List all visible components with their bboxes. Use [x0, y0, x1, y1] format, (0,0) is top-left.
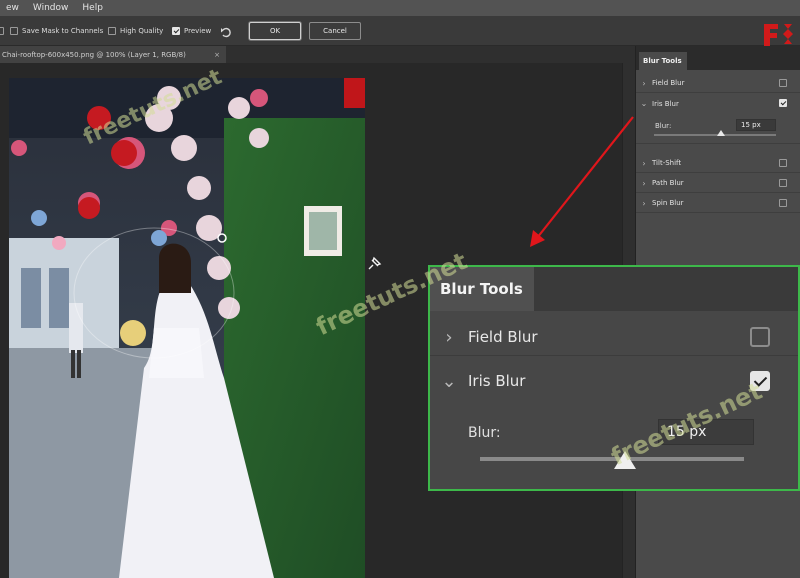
menu-bar: ew Window Help: [0, 0, 800, 16]
high-quality-label: High Quality: [120, 27, 164, 35]
menu-window[interactable]: Window: [33, 3, 69, 13]
preview-option[interactable]: Preview: [172, 27, 211, 35]
chevron-right-icon[interactable]: ›: [636, 159, 652, 168]
zoom-slider-thumb: [614, 451, 637, 469]
zoom-field-blur-label: Field Blur: [468, 328, 538, 346]
zoom-slider-track: [480, 457, 744, 461]
path-blur-row[interactable]: › Path Blur: [636, 174, 800, 193]
zoom-iris-blur-checkbox: [750, 371, 770, 391]
chevron-right-icon: ›: [445, 326, 453, 348]
iris-blur-settings: Blur: 15 px: [636, 114, 800, 144]
zoom-iris-blur-label: Iris Blur: [468, 372, 526, 390]
preview-label: Preview: [184, 27, 212, 35]
blur-amount-label: Blur:: [655, 122, 672, 130]
partial-checkbox[interactable]: [0, 27, 8, 35]
document-tab[interactable]: Chai-rooftop-600x450.png @ 100% (Layer 1…: [0, 46, 226, 63]
tilt-shift-label: Tilt-Shift: [652, 159, 682, 167]
chevron-right-icon[interactable]: ›: [636, 199, 652, 208]
zoom-callout: Blur Tools › Field Blur ⌄ Iris Blur Blur…: [428, 265, 800, 491]
chevron-down-icon: ⌄: [441, 370, 457, 392]
freetuts-logo: [764, 24, 793, 46]
document-photo[interactable]: [9, 78, 365, 578]
menu-view[interactable]: ew: [6, 3, 19, 13]
undo-icon[interactable]: [220, 26, 232, 38]
save-mask-option[interactable]: Save Mask to Channels: [10, 27, 103, 35]
zoom-blur-value: 15 px: [658, 419, 754, 445]
zoom-blur-label: Blur:: [468, 425, 501, 441]
close-icon[interactable]: ×: [214, 51, 220, 59]
tilt-shift-checkbox[interactable]: [779, 159, 787, 167]
blur-slider-track[interactable]: [654, 134, 776, 136]
zoom-iris-blur-row: ⌄ Iris Blur: [430, 369, 798, 393]
menu-help[interactable]: Help: [82, 3, 103, 13]
spin-blur-label: Spin Blur: [652, 199, 684, 207]
field-blur-checkbox[interactable]: [779, 79, 787, 87]
blur-slider-thumb[interactable]: [717, 130, 726, 136]
spin-blur-row[interactable]: › Spin Blur: [636, 194, 800, 213]
panel-tab-strip: Blur Tools: [636, 46, 800, 70]
photoshop-blur-gallery: ew Window Help Save Mask to Channels Hig…: [0, 0, 800, 578]
zoom-field-blur-checkbox: [750, 327, 770, 347]
zoom-field-blur-row: › Field Blur: [430, 325, 798, 349]
high-quality-option[interactable]: High Quality: [108, 27, 163, 35]
save-mask-label: Save Mask to Channels: [22, 27, 104, 35]
save-mask-checkbox[interactable]: [10, 27, 18, 35]
options-bar: Save Mask to Channels High Quality Previ…: [0, 16, 800, 46]
high-quality-checkbox[interactable]: [108, 27, 116, 35]
field-blur-label: Field Blur: [652, 79, 685, 87]
zoom-blur-tools-tab: Blur Tools: [430, 267, 534, 311]
tilt-shift-row[interactable]: › Tilt-Shift: [636, 154, 800, 173]
ok-button[interactable]: OK: [249, 22, 301, 40]
checkbox-icon: [0, 27, 4, 35]
pin-cursor-icon: [368, 256, 382, 270]
blur-tools-tab[interactable]: Blur Tools: [639, 52, 687, 70]
iris-blur-checkbox[interactable]: [779, 99, 787, 107]
path-blur-checkbox[interactable]: [779, 179, 787, 187]
field-blur-row[interactable]: › Field Blur: [636, 74, 800, 93]
cancel-button[interactable]: Cancel: [309, 22, 361, 40]
iris-blur-label: Iris Blur: [652, 99, 679, 108]
chevron-down-icon[interactable]: ⌄: [636, 99, 652, 108]
document-tab-bar: Chai-rooftop-600x450.png @ 100% (Layer 1…: [0, 46, 635, 63]
zoom-divider: [430, 355, 798, 356]
document-title: Chai-rooftop-600x450.png @ 100% (Layer 1…: [2, 50, 186, 59]
chevron-right-icon[interactable]: ›: [636, 79, 652, 88]
zoom-tab-strip: Blur Tools: [430, 267, 798, 311]
path-blur-label: Path Blur: [652, 179, 684, 187]
iris-blur-row[interactable]: ⌄ Iris Blur: [636, 94, 800, 113]
blur-amount-input[interactable]: 15 px: [736, 119, 776, 131]
spin-blur-checkbox[interactable]: [779, 199, 787, 207]
chevron-right-icon[interactable]: ›: [636, 179, 652, 188]
preview-checkbox[interactable]: [172, 27, 180, 35]
